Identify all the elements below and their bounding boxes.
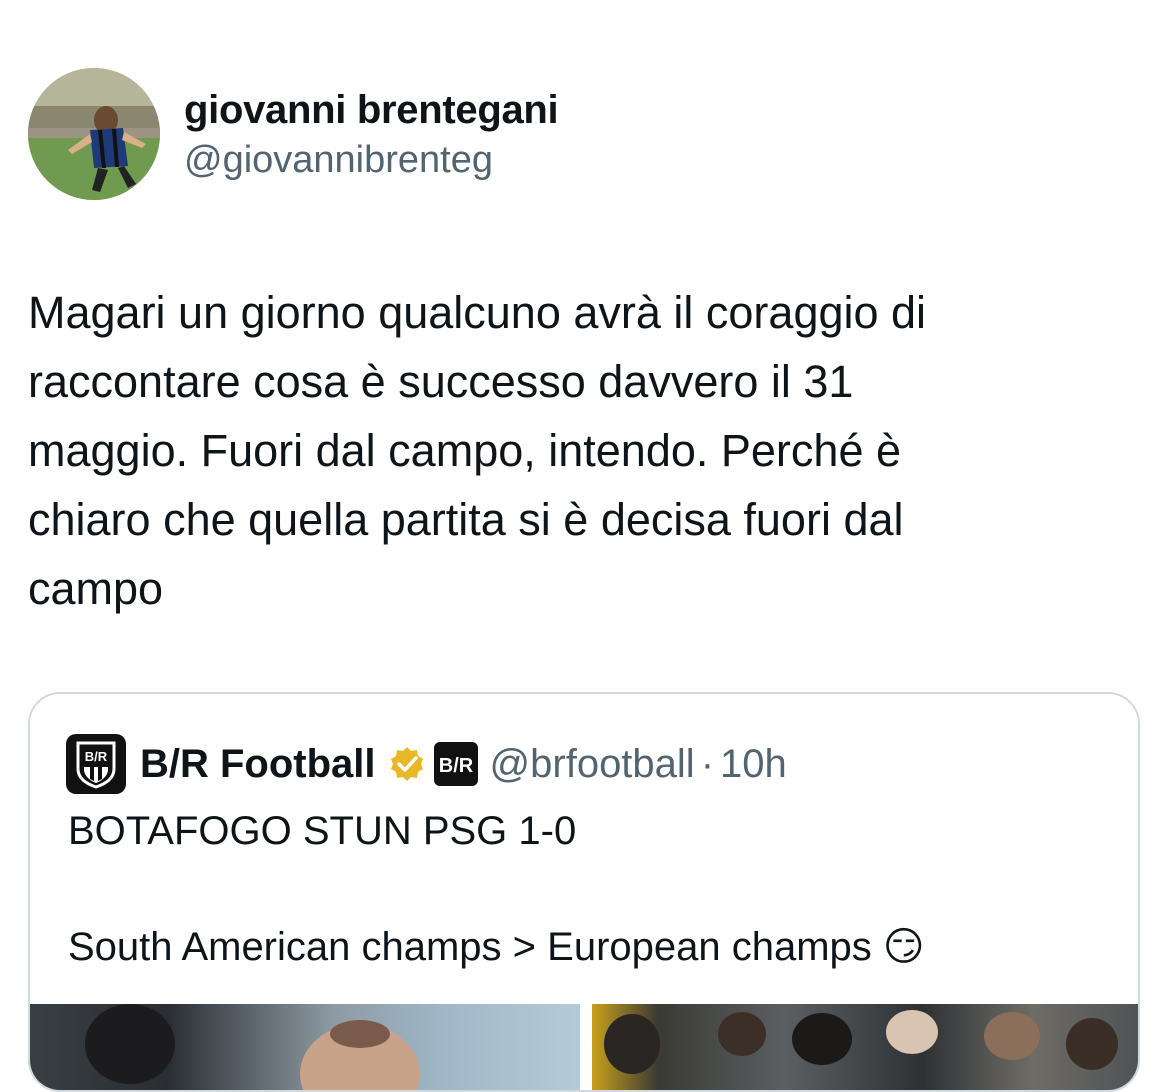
quoted-media-grid [30,1004,1138,1090]
br-shield-icon: B/R [76,741,116,789]
quoted-tweet-card[interactable]: B/R B/R Football B/R @brfootball · 10h B… [28,692,1140,1092]
media-image-2[interactable] [592,1004,1138,1090]
quoted-handle[interactable]: @brfootball [490,742,695,787]
quoted-tweet-header: B/R B/R Football B/R @brfootball · 10h [66,734,787,794]
affiliate-badge-icon[interactable]: B/R [433,742,478,786]
media-image-1[interactable] [30,1004,580,1090]
separator-dot: · [700,741,715,786]
author-display-name[interactable]: giovanni brentegani [184,86,559,134]
author-names: giovanni brentegani @giovannibrenteg [184,86,559,184]
avatar-photo [28,68,160,200]
quoted-timestamp[interactable]: 10h [720,742,787,787]
author-avatar[interactable] [28,68,160,200]
affiliate-badge-text: B/R [438,755,473,777]
author-handle[interactable]: @giovannibrenteg [184,136,558,184]
br-football-avatar[interactable]: B/R [66,734,126,794]
tweet-author: giovanni brentegani @giovannibrenteg [28,68,559,200]
tweet-text: Magari un giorno qualcuno avrà il coragg… [28,287,927,614]
quoted-tweet-text: BOTAFOGO STUN PSG 1-0 South American cha… [68,809,925,969]
quote-avatar-logo-text: B/R [85,749,108,764]
player-photo-shape [85,1004,420,1090]
quoted-display-name[interactable]: B/R Football [140,742,376,787]
verified-gold-icon [388,745,426,783]
celebration-photo-shape [604,1010,1118,1074]
